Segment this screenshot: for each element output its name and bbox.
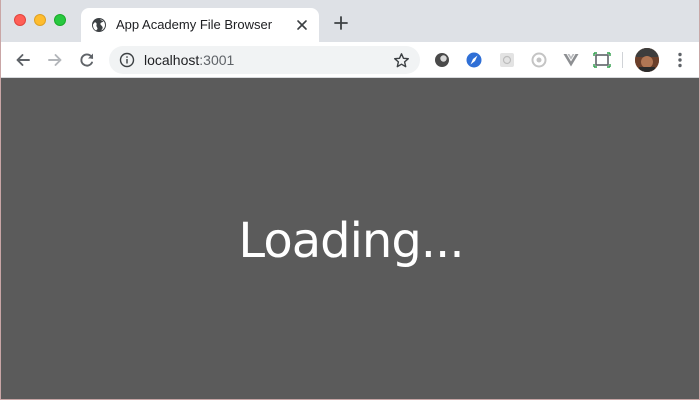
extension-grid-icon[interactable] bbox=[498, 51, 516, 69]
url-host: localhost bbox=[144, 52, 200, 68]
globe-icon bbox=[92, 18, 106, 32]
extension-blue-compass-icon[interactable] bbox=[465, 51, 483, 69]
profile-avatar[interactable] bbox=[635, 48, 659, 72]
tab-title: App Academy File Browser bbox=[116, 17, 273, 32]
reload-icon[interactable] bbox=[77, 50, 97, 70]
info-icon[interactable] bbox=[119, 52, 135, 68]
profile-photo-icon bbox=[635, 48, 659, 72]
extension-screenshot-icon[interactable] bbox=[593, 51, 611, 69]
forward-arrow-icon[interactable] bbox=[45, 50, 65, 70]
new-tab-button[interactable] bbox=[333, 15, 349, 31]
window-close-button[interactable] bbox=[14, 14, 26, 26]
extension-ring-icon[interactable] bbox=[530, 51, 548, 69]
tab-close-icon[interactable] bbox=[294, 17, 310, 33]
back-arrow-icon[interactable] bbox=[13, 50, 33, 70]
browser-toolbar: localhost:3001 bbox=[1, 42, 699, 78]
kebab-menu-icon[interactable] bbox=[673, 51, 687, 69]
browser-window: App Academy File Browser localhost:3001 … bbox=[0, 0, 700, 400]
tab-active[interactable]: App Academy File Browser bbox=[81, 8, 319, 42]
window-minimize-button[interactable] bbox=[34, 14, 46, 26]
window-maximize-button[interactable] bbox=[54, 14, 66, 26]
extension-dark-circle-icon[interactable] bbox=[433, 51, 451, 69]
tab-strip: App Academy File Browser bbox=[1, 0, 699, 42]
bookmark-star-icon[interactable] bbox=[393, 52, 410, 69]
loading-message: Loading... bbox=[238, 213, 464, 269]
address-bar[interactable]: localhost:3001 bbox=[109, 46, 420, 74]
toolbar-separator bbox=[622, 52, 623, 68]
url-port: :3001 bbox=[199, 52, 235, 68]
url-text[interactable]: localhost:3001 bbox=[144, 52, 234, 68]
extension-vue-icon[interactable] bbox=[562, 51, 580, 69]
page-content: Loading... bbox=[1, 78, 699, 399]
